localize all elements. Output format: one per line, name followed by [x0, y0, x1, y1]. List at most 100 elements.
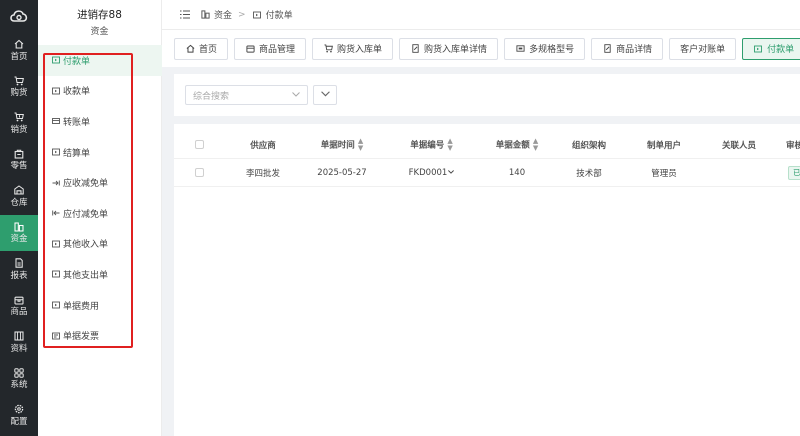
submenu-item-document-fees[interactable]: 单据费用	[38, 290, 162, 321]
tab-label: 商品详情	[616, 45, 653, 55]
chevron-down-icon	[320, 90, 330, 100]
page-tabs: 首页 商品管理 购货入库单 购货入库单详情 多规格型号 商品详情 客户对账单 付…	[162, 30, 800, 67]
sort-icon: ▲ ▼	[532, 136, 539, 152]
goods-icon	[245, 44, 255, 54]
document-icon	[51, 239, 60, 248]
rail-item-label: 商品	[10, 307, 28, 318]
search-combobox[interactable]: 综合搜索	[185, 85, 308, 105]
breadcrumb-parent[interactable]: 资金	[214, 8, 232, 21]
tab-customer-statement[interactable]: 客户对账单	[669, 37, 737, 60]
warehouse-icon	[14, 185, 25, 196]
document-icon	[51, 148, 60, 157]
column-header-audit: 审核	[786, 140, 800, 151]
system-icon	[14, 367, 25, 378]
breadcrumb-separator-icon: >	[238, 9, 246, 20]
submenu-item-payable-reduction[interactable]: 应付减免单	[38, 198, 162, 229]
submenu-item-other-expense[interactable]: 其他支出单	[38, 259, 162, 290]
rail-item-label: 报表	[10, 270, 28, 281]
submenu-item-label: 其他收入单	[63, 240, 109, 251]
column-header-number[interactable]: 单据编号 ▲ ▼	[389, 137, 474, 152]
submenu-item-payment-voucher[interactable]: 付款单	[38, 45, 162, 76]
document-icon	[51, 86, 60, 95]
goods-icon	[14, 294, 25, 305]
tab-label: 多规格型号	[529, 45, 575, 55]
transfer-icon	[51, 117, 60, 126]
submenu-item-receipt-voucher[interactable]: 收款单	[38, 76, 162, 107]
submenu-item-label: 其他支出单	[63, 270, 109, 281]
cell-date: 2025-05-27	[317, 167, 367, 178]
tab-multi-spec[interactable]: 多规格型号	[504, 37, 586, 60]
tab-label: 商品管理	[259, 45, 296, 55]
submenu-item-document-invoice[interactable]: 单据发票	[38, 320, 162, 351]
column-header-amount[interactable]: 单据金额 ▲ ▼	[477, 136, 557, 152]
retail-icon	[14, 148, 25, 159]
submenu-item-label: 单据费用	[63, 301, 100, 312]
app-title: 进销存88	[77, 9, 122, 21]
submenu-item-label: 应付减免单	[63, 209, 109, 220]
document-icon	[51, 56, 60, 65]
tab-purchase-receipt[interactable]: 购货入库单	[312, 37, 394, 60]
funds-icon	[14, 221, 25, 232]
rail-item-purchase[interactable]: 购货	[0, 69, 38, 106]
rail-item-retail[interactable]: 零售	[0, 142, 38, 179]
search-panel: 综合搜索	[174, 74, 800, 116]
cell-supplier: 李四批发	[245, 168, 280, 179]
records-table: 供应商 单据时间 ▲ ▼ 单据编号 ▲ ▼ 单据金额 ▲ ▼ 组织架构 制单用户 关联人员 …	[174, 124, 800, 436]
document-icon	[252, 10, 262, 20]
rail-item-label: 资金	[10, 234, 28, 245]
chevron-down-icon	[292, 90, 300, 100]
menu-toggle-icon[interactable]	[180, 10, 190, 20]
top-bar: 资金 > 付款单	[162, 0, 800, 30]
more-filters-button[interactable]	[313, 85, 337, 105]
rail-item-home[interactable]: 首页	[0, 32, 38, 69]
rail-item-config[interactable]: 配置	[0, 397, 38, 434]
rail-item-reports[interactable]: 报表	[0, 251, 38, 288]
rail-item-label: 仓库	[10, 197, 28, 208]
submenu-item-receivable-reduction[interactable]: 应收减免单	[38, 167, 162, 198]
table-row[interactable]: 李四批发 2025-05-27 FKD0001 140 技术部 管理员 已	[174, 159, 800, 187]
rail-item-funds[interactable]: 资金	[0, 214, 38, 251]
submenu-item-settlement-voucher[interactable]: 结算单	[38, 137, 162, 168]
cart-out-icon	[14, 112, 25, 123]
rail-item-label: 零售	[10, 161, 28, 172]
submenu-item-label: 付款单	[63, 56, 91, 67]
column-header-org: 组织架构	[571, 140, 606, 151]
column-header-related: 关联人员	[721, 140, 756, 151]
tab-home[interactable]: 首页	[174, 37, 229, 60]
tab-payment-voucher[interactable]: 付款单	[742, 37, 800, 60]
funds-icon	[200, 10, 210, 20]
submenu-panel: 进销存88 资金 付款单 收款单 转账单 结算单 应收减免单 应付减免单 其他收…	[38, 0, 162, 436]
home-icon	[14, 39, 25, 50]
submenu-item-label: 收款单	[63, 87, 91, 98]
column-header-date[interactable]: 单据时间 ▲ ▼	[302, 137, 382, 152]
search-placeholder: 综合搜索	[193, 91, 230, 102]
status-badge: 已	[788, 165, 800, 180]
tab-goods-detail[interactable]: 商品详情	[591, 37, 664, 60]
submenu-list: 付款单 收款单 转账单 结算单 应收减免单 应付减免单 其他收入单 其他支出单	[38, 45, 162, 351]
submenu-item-label: 单据发票	[63, 332, 100, 343]
rail-item-goods[interactable]: 商品	[0, 288, 38, 325]
tab-purchase-receipt-detail[interactable]: 购货入库单详情	[399, 37, 499, 60]
invoice-icon	[51, 331, 60, 340]
rail-item-data[interactable]: 资料	[0, 324, 38, 361]
submenu-section-title: 资金	[90, 27, 109, 37]
submenu-item-transfer-voucher[interactable]: 转账单	[38, 106, 162, 137]
rail-item-warehouse[interactable]: 仓库	[0, 178, 38, 215]
spec-icon	[515, 44, 525, 54]
rail-item-sales[interactable]: 销货	[0, 105, 38, 142]
row-checkbox[interactable]	[195, 168, 204, 177]
arrow-out-icon	[51, 209, 60, 218]
select-all-checkbox[interactable]	[195, 140, 204, 149]
tab-goods-management[interactable]: 商品管理	[234, 37, 307, 60]
edit-doc-icon	[410, 44, 420, 54]
rail-item-system[interactable]: 系统	[0, 361, 38, 398]
tab-label: 付款单	[767, 45, 795, 55]
submenu-item-other-income[interactable]: 其他收入单	[38, 229, 162, 260]
column-header-creator: 制单用户	[646, 140, 681, 151]
cloud-logo-icon	[10, 10, 28, 22]
breadcrumb-current: 付款单	[265, 11, 293, 21]
app-logo[interactable]	[0, 0, 38, 32]
cell-amount: 140	[508, 167, 526, 178]
cell-number[interactable]: FKD0001	[389, 167, 474, 178]
submenu-item-label: 应收减免单	[63, 179, 109, 190]
